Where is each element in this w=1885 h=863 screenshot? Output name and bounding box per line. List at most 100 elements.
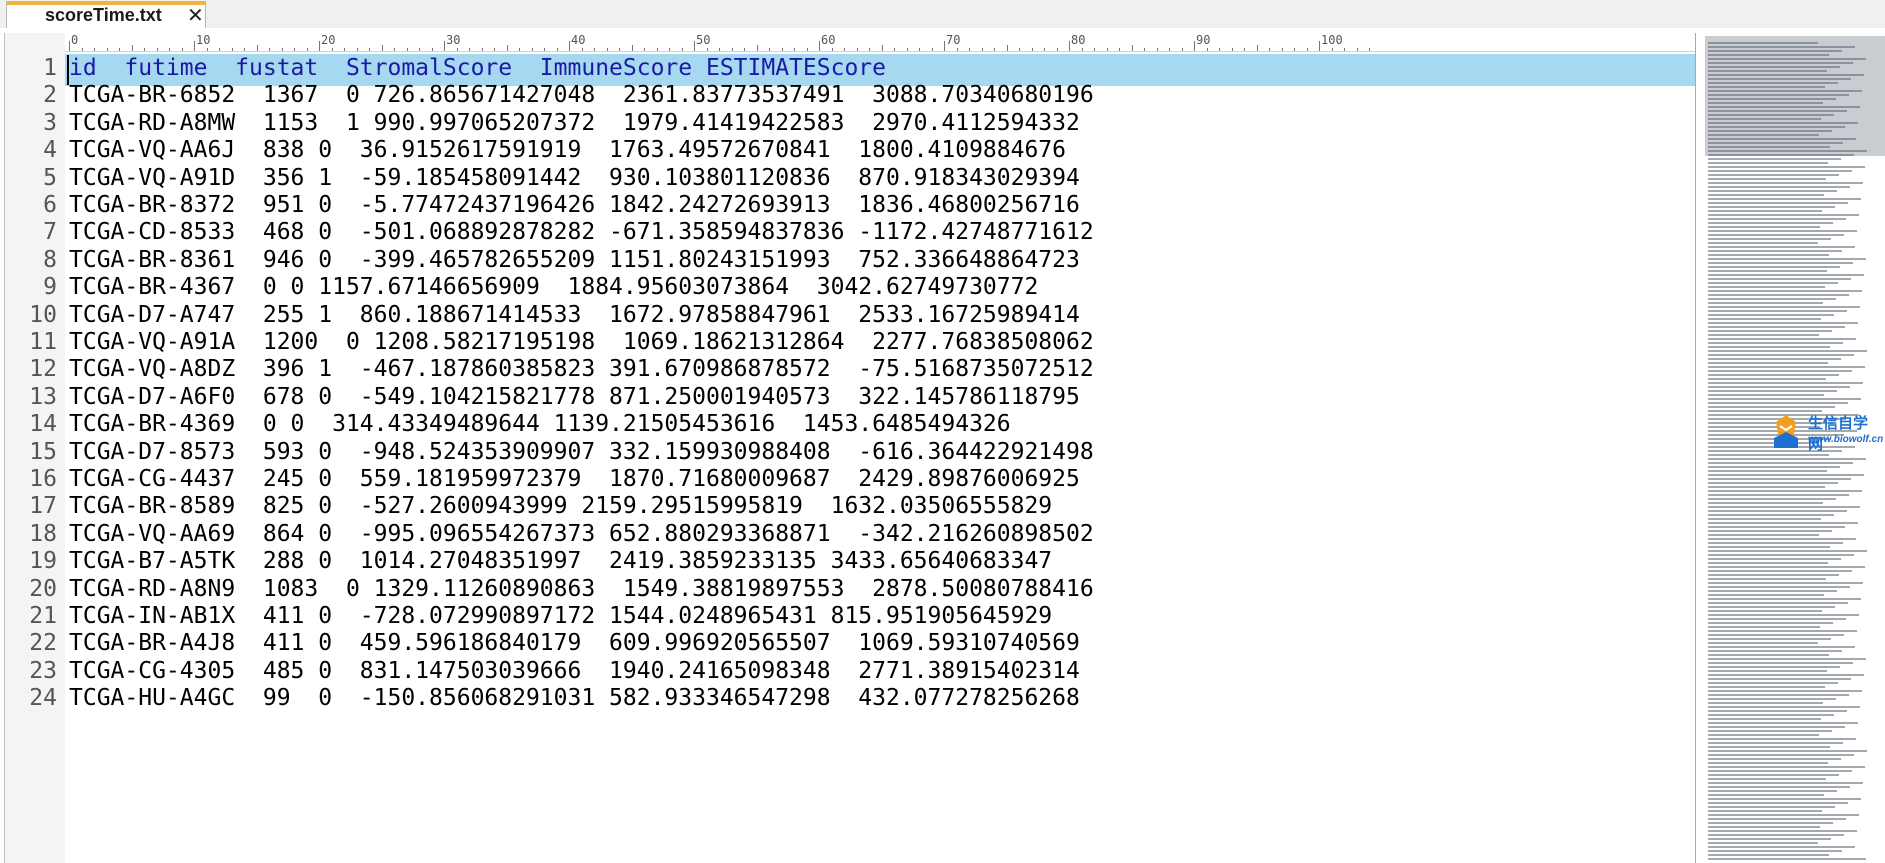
- close-icon[interactable]: ✕: [187, 3, 204, 28]
- text-line[interactable]: TCGA-BR-4367 0 0 1157.67146656909 1884.9…: [69, 274, 1038, 300]
- minimap-line: [1708, 90, 1862, 92]
- minimap-line: [1708, 314, 1834, 316]
- minimap-line: [1708, 114, 1834, 116]
- minimap-line: [1708, 498, 1836, 500]
- minimap-line: [1708, 362, 1828, 364]
- text-line[interactable]: TCGA-D7-A747 255 1 860.188671414533 1672…: [69, 302, 1080, 328]
- minimap-line: [1708, 730, 1832, 732]
- minimap-line: [1708, 518, 1821, 520]
- minimap-line: [1708, 502, 1823, 504]
- minimap-line: [1708, 734, 1819, 736]
- minimap-line: [1708, 194, 1824, 196]
- minimap-line: [1708, 714, 1834, 716]
- minimap-line: [1708, 574, 1839, 576]
- minimap-line: [1708, 638, 1831, 640]
- ruler-label: 80: [1071, 33, 1086, 47]
- text-line[interactable]: TCGA-VQ-AA69 864 0 -995.096554267373 652…: [69, 521, 1094, 547]
- minimap-line: [1708, 78, 1851, 80]
- ruler-tick: [694, 41, 695, 51]
- minimap-line: [1708, 858, 1866, 860]
- text-line[interactable]: TCGA-CG-4305 485 0 831.147503039666 1940…: [69, 658, 1080, 684]
- ruler-label: 90: [1196, 33, 1211, 47]
- minimap-line: [1708, 826, 1820, 828]
- text-line[interactable]: TCGA-B7-A5TK 288 0 1014.27048351997 2419…: [69, 548, 1052, 574]
- minimap-line: [1708, 806, 1835, 808]
- minimap-line: [1708, 774, 1839, 776]
- text-area[interactable]: id futime fustat StromalScore ImmuneScor…: [65, 51, 1695, 863]
- minimap-line: [1708, 702, 1823, 704]
- minimap-line: [1708, 834, 1844, 836]
- text-line[interactable]: TCGA-VQ-A8DZ 396 1 -467.187860385823 391…: [69, 356, 1094, 382]
- minimap-line: [1708, 54, 1829, 56]
- minimap-line: [1708, 810, 1822, 812]
- ruler-tick: [944, 41, 945, 51]
- minimap-line: [1708, 306, 1860, 308]
- text-line[interactable]: TCGA-BR-6852 1367 0 726.865671427048 236…: [69, 82, 1094, 108]
- minimap-line: [1708, 666, 1840, 668]
- minimap-line: [1708, 402, 1848, 404]
- line-number: 13: [29, 383, 57, 410]
- minimap-line: [1708, 298, 1836, 300]
- ruler-tick: [1194, 41, 1195, 51]
- watermark-logo: 生信自学网 www.biowolf.cn: [1766, 410, 1883, 460]
- line-number-gutter: 1 2 3 4 5 6 7 8 9 10 11 12 13 14 15 16 17 18 19 20 21 22 23 24: [5, 51, 65, 863]
- text-line[interactable]: TCGA-CG-4437 245 0 559.181959972379 1870…: [69, 466, 1080, 492]
- ruler-label: 60: [821, 33, 836, 47]
- wolf-logo-icon: [1774, 415, 1798, 448]
- minimap-line: [1708, 510, 1847, 512]
- minimap-line: [1708, 322, 1858, 324]
- minimap-line: [1708, 154, 1854, 156]
- ruler-label: 50: [696, 33, 711, 47]
- line-number: 23: [29, 657, 57, 684]
- minimap-line: [1708, 626, 1820, 628]
- text-line[interactable]: TCGA-BR-8372 951 0 -5.77472437196426 184…: [69, 192, 1080, 218]
- minimap-line: [1708, 530, 1832, 532]
- line-number: 18: [29, 520, 57, 547]
- text-line[interactable]: TCGA-RD-A8N9 1083 0 1329.11260890863 154…: [69, 576, 1094, 602]
- ruler-label: 20: [321, 33, 336, 47]
- tab-scoretime[interactable]: scoreTime.txt ✕: [6, 1, 206, 28]
- minimap-line: [1708, 266, 1840, 268]
- minimap-line: [1708, 634, 1844, 636]
- minimap-line: [1708, 302, 1823, 304]
- header-line[interactable]: id futime fustat StromalScore ImmuneScor…: [69, 55, 886, 81]
- minimap-line: [1708, 802, 1848, 804]
- minimap-line: [1708, 118, 1821, 120]
- minimap-line: [1708, 358, 1841, 360]
- minimap-line: [1708, 630, 1857, 632]
- minimap-line: [1708, 558, 1841, 560]
- minimap-line: [1708, 206, 1835, 208]
- text-line[interactable]: TCGA-VQ-AA6J 838 0 36.9152617591919 1763…: [69, 137, 1066, 163]
- minimap-line: [1708, 138, 1856, 140]
- text-line[interactable]: TCGA-D7-A6F0 678 0 -549.104215821778 871…: [69, 384, 1080, 410]
- text-line[interactable]: TCGA-VQ-A91A 1200 0 1208.58217195198 106…: [69, 329, 1094, 355]
- minimap-line: [1708, 662, 1853, 664]
- text-line[interactable]: TCGA-HU-A4GC 99 0 -150.856068291031 582.…: [69, 685, 1080, 711]
- minimap-line: [1708, 210, 1822, 212]
- minimap-line: [1708, 750, 1867, 752]
- text-line[interactable]: TCGA-IN-AB1X 411 0 -728.072990897172 154…: [69, 603, 1052, 629]
- minimap-line: [1708, 594, 1824, 596]
- text-line[interactable]: TCGA-RD-A8MW 1153 1 990.997065207372 197…: [69, 110, 1080, 136]
- minimap-line: [1708, 654, 1829, 656]
- text-line[interactable]: TCGA-CD-8533 468 0 -501.068892878282 -67…: [69, 219, 1094, 245]
- text-line[interactable]: TCGA-BR-4369 0 0 314.43349489644 1139.21…: [69, 411, 1011, 437]
- text-line[interactable]: TCGA-D7-8573 593 0 -948.524353909907 332…: [69, 439, 1094, 465]
- minimap-line: [1708, 226, 1820, 228]
- text-line[interactable]: TCGA-BR-8361 946 0 -399.465782655209 115…: [69, 247, 1080, 273]
- line-number: 16: [29, 466, 57, 492]
- text-line[interactable]: TCGA-BR-8589 825 0 -527.2600943999 2159.…: [69, 493, 1052, 519]
- watermark-title: 生信自学网: [1808, 415, 1869, 453]
- minimap-line: [1708, 170, 1852, 172]
- minimap-line: [1708, 814, 1859, 816]
- minimap-line: [1708, 166, 1865, 168]
- ruler-tick: [444, 41, 445, 51]
- line-number: 2: [43, 82, 57, 109]
- minimap-line: [1708, 546, 1830, 548]
- minimap-line: [1708, 122, 1858, 124]
- minimap-line: [1708, 50, 1842, 52]
- minimap-line: [1708, 778, 1826, 780]
- minimap-line: [1708, 382, 1863, 384]
- text-line[interactable]: TCGA-VQ-A91D 356 1 -59.185458091442 930.…: [69, 165, 1080, 191]
- text-line[interactable]: TCGA-BR-A4J8 411 0 459.596186840179 609.…: [69, 630, 1080, 656]
